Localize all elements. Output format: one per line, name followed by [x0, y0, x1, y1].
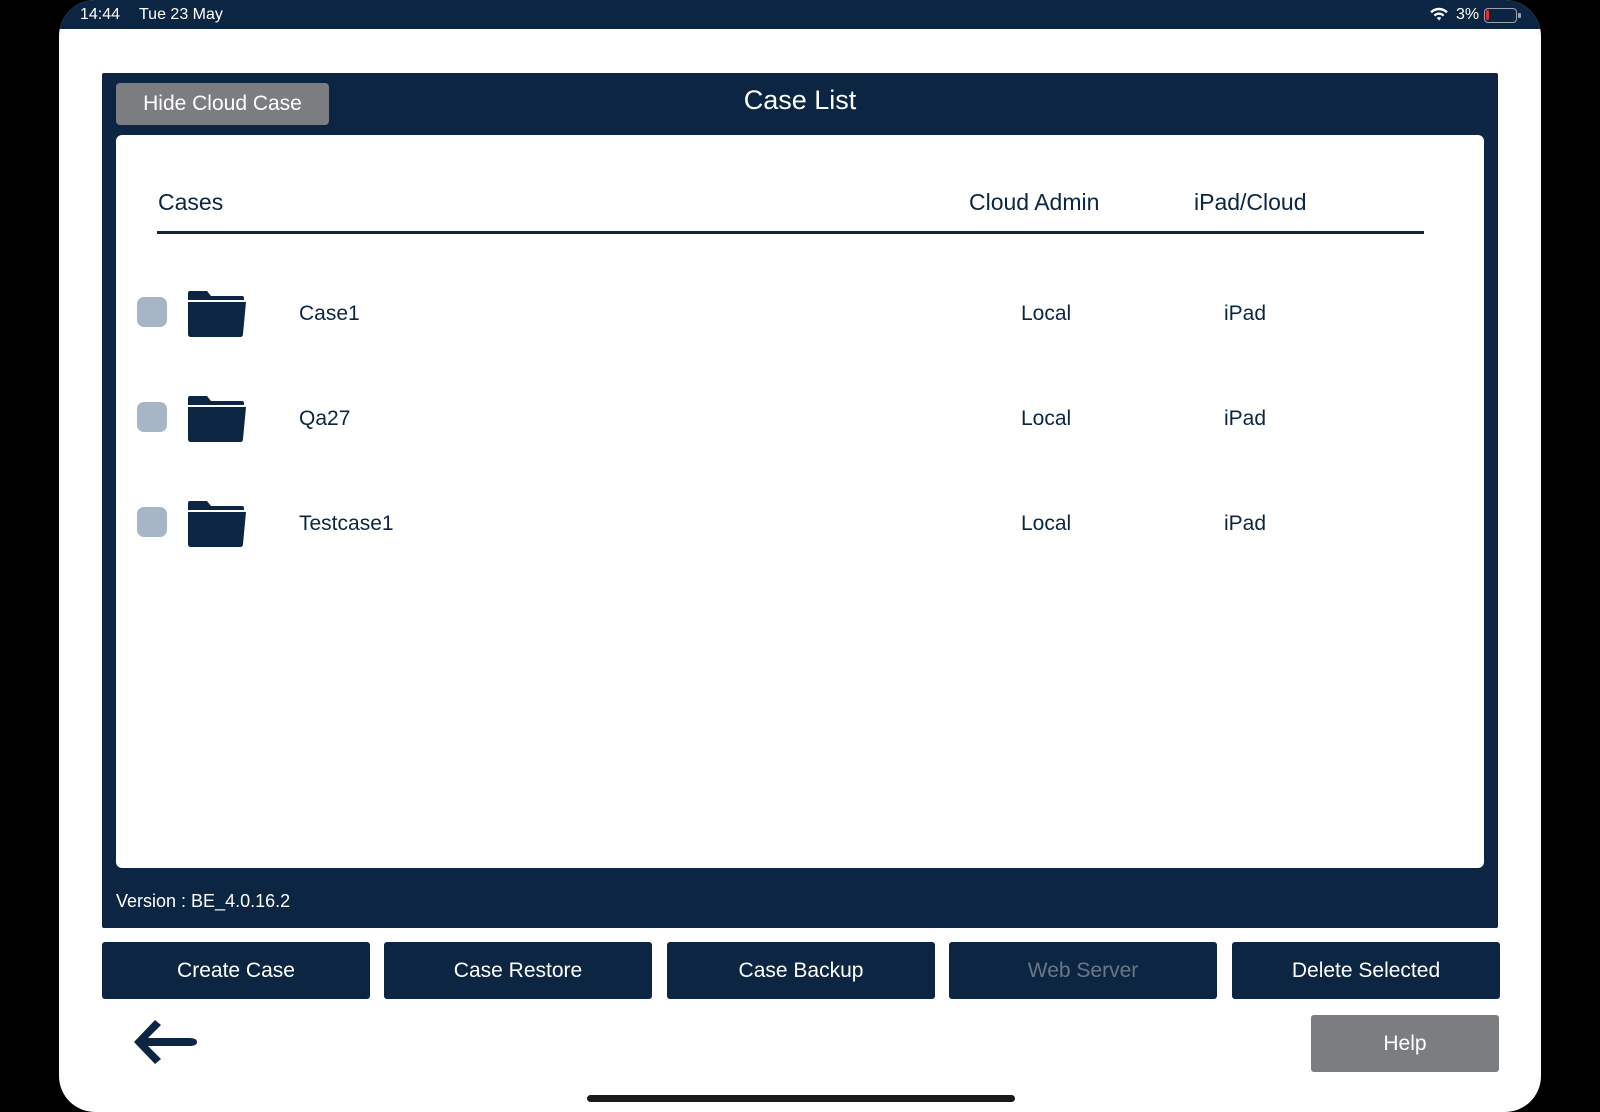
case-cloud-admin: Local	[1021, 407, 1072, 430]
case-location: iPad	[1224, 512, 1267, 535]
status-date: Tue 23 May	[139, 6, 223, 23]
header-divider	[157, 231, 1424, 234]
create-case-button[interactable]: Create Case	[102, 942, 370, 999]
column-header-ipad-cloud: iPad/Cloud	[1194, 189, 1307, 215]
status-time: 14:44	[80, 6, 121, 23]
case-cloud-admin: Local	[1021, 302, 1072, 325]
table-row[interactable]: Qa27 Local iPad	[116, 396, 1484, 456]
case-name: Case1	[299, 302, 360, 325]
battery-icon	[1484, 8, 1521, 23]
case-name: Qa27	[299, 407, 351, 430]
case-list-panel: Hide Cloud Case Case List Cases Cloud Ad…	[102, 73, 1498, 928]
home-indicator[interactable]	[587, 1095, 1015, 1102]
delete-selected-button[interactable]: Delete Selected	[1232, 942, 1500, 999]
version-label: Version : BE_4.0.16.2	[116, 891, 291, 911]
case-location: iPad	[1224, 407, 1267, 430]
column-header-cloud-admin: Cloud Admin	[969, 189, 1100, 215]
row-checkbox[interactable]	[137, 402, 167, 432]
help-button[interactable]: Help	[1311, 1015, 1499, 1072]
panel-title: Case List	[743, 85, 857, 115]
row-checkbox[interactable]	[137, 297, 167, 327]
wifi-icon	[1430, 7, 1448, 21]
battery-level	[1486, 10, 1489, 20]
case-name: Testcase1	[299, 512, 394, 535]
row-checkbox[interactable]	[137, 507, 167, 537]
table-row[interactable]: Case1 Local iPad	[116, 291, 1484, 351]
battery-percent: 3%	[1456, 6, 1480, 23]
case-restore-button[interactable]: Case Restore	[384, 942, 652, 999]
ipad-screen: 14:44 Tue 23 May 3% Hide Cloud Case Case…	[59, 0, 1541, 1112]
case-list: Cases Cloud Admin iPad/Cloud Case1 Local…	[116, 135, 1484, 868]
table-row[interactable]: Testcase1 Local iPad	[116, 501, 1484, 561]
case-backup-button[interactable]: Case Backup	[667, 942, 935, 999]
folder-icon	[188, 396, 246, 442]
web-server-button[interactable]: Web Server	[949, 942, 1217, 999]
case-location: iPad	[1224, 302, 1267, 325]
folder-icon	[188, 501, 246, 547]
folder-icon	[188, 291, 246, 337]
back-arrow-icon[interactable]	[131, 1018, 199, 1066]
case-cloud-admin: Local	[1021, 512, 1072, 535]
status-bar: 14:44 Tue 23 May 3%	[59, 0, 1541, 29]
column-header-cases: Cases	[158, 189, 224, 215]
